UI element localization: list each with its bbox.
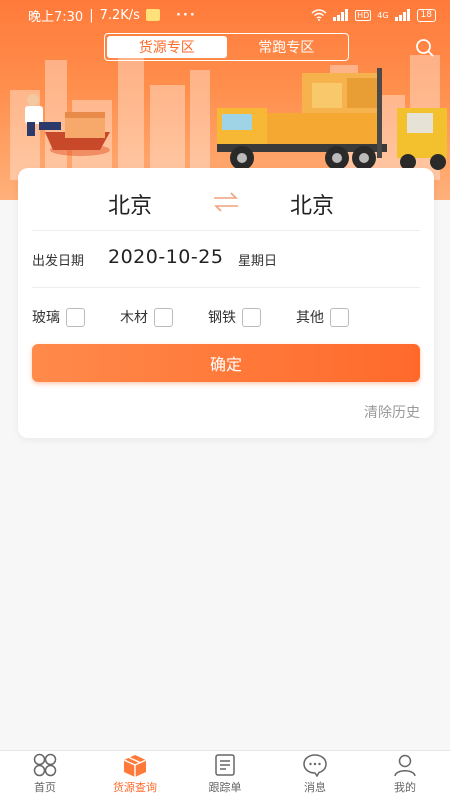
battery-indicator: 18 xyxy=(416,8,436,22)
cargo-option-wood[interactable]: 木材 xyxy=(120,307,173,327)
cargo-option-label: 玻璃 xyxy=(32,310,60,326)
home-grid-icon xyxy=(33,753,57,777)
signal-icon-2 xyxy=(394,9,410,21)
confirm-button[interactable]: 确定 xyxy=(32,344,420,382)
checkbox[interactable] xyxy=(154,307,173,327)
cargo-option-label: 木材 xyxy=(120,310,148,326)
hd-badge: HD xyxy=(355,9,372,21)
checkbox[interactable] xyxy=(330,307,349,327)
cargo-option-label: 钢铁 xyxy=(208,310,236,326)
weekday-label: 星期日 xyxy=(238,254,278,269)
status-time: 晚上7:30 xyxy=(28,9,84,25)
tab-label: 货源查询 xyxy=(113,781,157,794)
destination-city[interactable]: 北京 xyxy=(290,188,334,220)
user-icon xyxy=(394,754,416,777)
checkbox[interactable] xyxy=(66,307,85,327)
document-icon xyxy=(215,754,235,776)
departure-date-value[interactable]: 2020-10-25 xyxy=(108,246,223,268)
cargo-option-label: 其他 xyxy=(296,310,324,326)
search-card: 北京 北京 出发日期 2020-10-25 星期日 玻璃 木材 钢铁 其他 确定… xyxy=(18,168,434,438)
search-icon[interactable] xyxy=(415,38,435,58)
departure-date-label: 出发日期 xyxy=(32,254,85,269)
tab-label: 跟踪单 xyxy=(208,781,242,794)
bottom-tab-bar: 首页 货源查询 跟踪单 消息 我的 xyxy=(0,750,450,800)
signal-icon xyxy=(333,9,349,21)
message-notification-icon xyxy=(145,9,160,21)
courier-illustration xyxy=(25,94,110,156)
divider xyxy=(32,287,420,288)
status-bar: 晚上7:30 | 7.2K/s ··· HD 4G 18 xyxy=(0,0,450,30)
network-type: 4G xyxy=(377,10,389,20)
tab-cargo-search[interactable]: 货源查询 xyxy=(90,751,180,800)
tab-profile[interactable]: 我的 xyxy=(360,751,450,800)
cargo-option-steel[interactable]: 钢铁 xyxy=(208,307,261,327)
tab-tracking[interactable]: 跟踪单 xyxy=(180,751,270,800)
origin-city[interactable]: 北京 xyxy=(108,188,152,220)
tab-label: 消息 xyxy=(304,781,326,794)
status-speed: 7.2K/s xyxy=(99,7,140,23)
tab-home[interactable]: 首页 xyxy=(0,751,90,800)
chat-bubble-icon xyxy=(303,754,327,778)
cargo-option-glass[interactable]: 玻璃 xyxy=(32,307,85,327)
cargo-box-icon xyxy=(123,755,147,777)
tab-cargo-zone[interactable]: 货源专区 xyxy=(107,36,227,58)
clear-history-link[interactable]: 清除历史 xyxy=(364,402,420,422)
cargo-option-other[interactable]: 其他 xyxy=(296,307,349,327)
swap-arrows-icon[interactable] xyxy=(211,190,241,214)
tab-messages[interactable]: 消息 xyxy=(270,751,360,800)
tab-regular-routes[interactable]: 常跑专区 xyxy=(227,36,347,58)
tab-label: 首页 xyxy=(34,781,56,794)
truck-illustration xyxy=(217,68,447,170)
segment-control: 货源专区 常跑专区 xyxy=(104,33,349,61)
more-notifications-icon: ··· xyxy=(175,7,197,23)
checkbox[interactable] xyxy=(242,307,261,327)
wifi-icon xyxy=(311,9,327,21)
divider xyxy=(32,230,420,231)
tab-label: 我的 xyxy=(394,781,416,794)
